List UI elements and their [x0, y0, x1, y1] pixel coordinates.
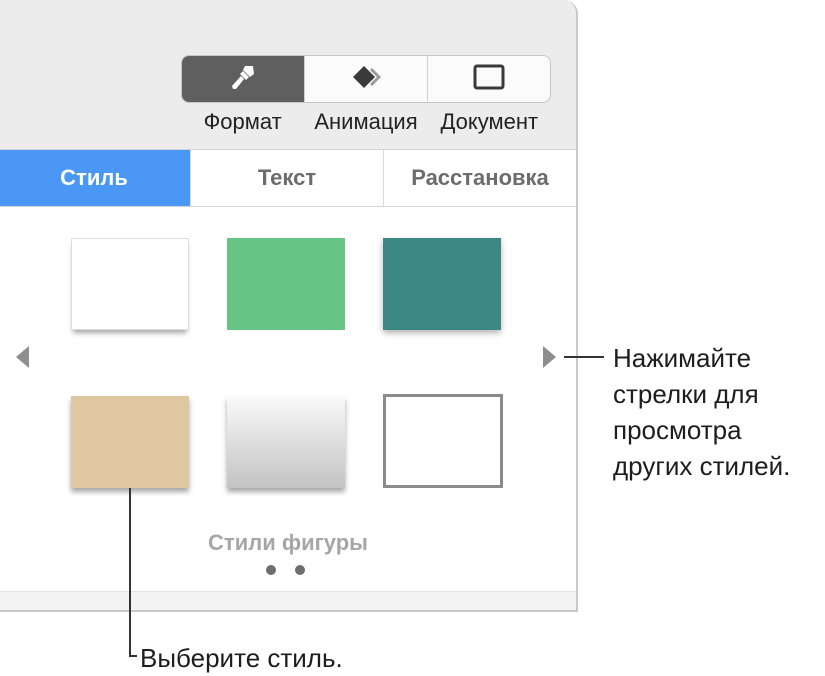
format-inspector-panel: Формат Анимация Документ Стиль Текст Рас…	[0, 0, 578, 612]
inspector-segmented-control	[181, 55, 551, 103]
style-swatch-teal-textured[interactable]	[383, 238, 501, 330]
paintbrush-icon	[228, 62, 258, 97]
previous-styles-arrow[interactable]	[16, 346, 29, 368]
style-swatch-outline[interactable]	[383, 394, 503, 488]
inspector-header: Формат Анимация Документ	[0, 0, 576, 150]
format-segment-label: Формат	[203, 109, 282, 134]
document-rectangle-icon	[471, 62, 507, 97]
next-styles-arrow[interactable]	[543, 346, 556, 368]
tab-arrange[interactable]: Расстановка	[384, 150, 576, 206]
format-tabs: Стиль Текст Расстановка	[0, 150, 576, 207]
document-segment-button[interactable]	[428, 56, 550, 102]
document-segment-label: Документ	[440, 109, 539, 134]
animation-diamond-icon	[346, 62, 386, 97]
arrows-callout-text: Нажимайте стрелки для просмотра других с…	[613, 343, 791, 481]
arrows-callout-line	[564, 356, 604, 358]
segment-labels: Формат Анимация Документ	[181, 109, 551, 135]
tab-style[interactable]: Стиль	[0, 150, 191, 206]
tab-text[interactable]: Текст	[191, 150, 384, 206]
panel-bottom-strip	[0, 591, 576, 610]
style-swatch-green[interactable]	[227, 238, 345, 330]
page-indicator-dot-1[interactable]	[266, 565, 276, 575]
select-callout-line-horizontal	[129, 655, 137, 657]
page-indicator-dot-2[interactable]	[295, 565, 305, 575]
shape-styles-label: Стили фигуры	[208, 530, 368, 555]
select-callout-text: Выберите стиль.	[140, 643, 343, 673]
style-swatch-tan[interactable]	[71, 396, 189, 488]
style-swatch-white-paper[interactable]	[71, 238, 189, 330]
style-swatch-gray-gradient[interactable]	[227, 396, 345, 488]
select-callout-line-vertical	[129, 488, 131, 656]
animate-segment-button[interactable]	[305, 56, 428, 102]
format-segment-button[interactable]	[182, 56, 305, 102]
animate-segment-label: Анимация	[314, 109, 418, 134]
